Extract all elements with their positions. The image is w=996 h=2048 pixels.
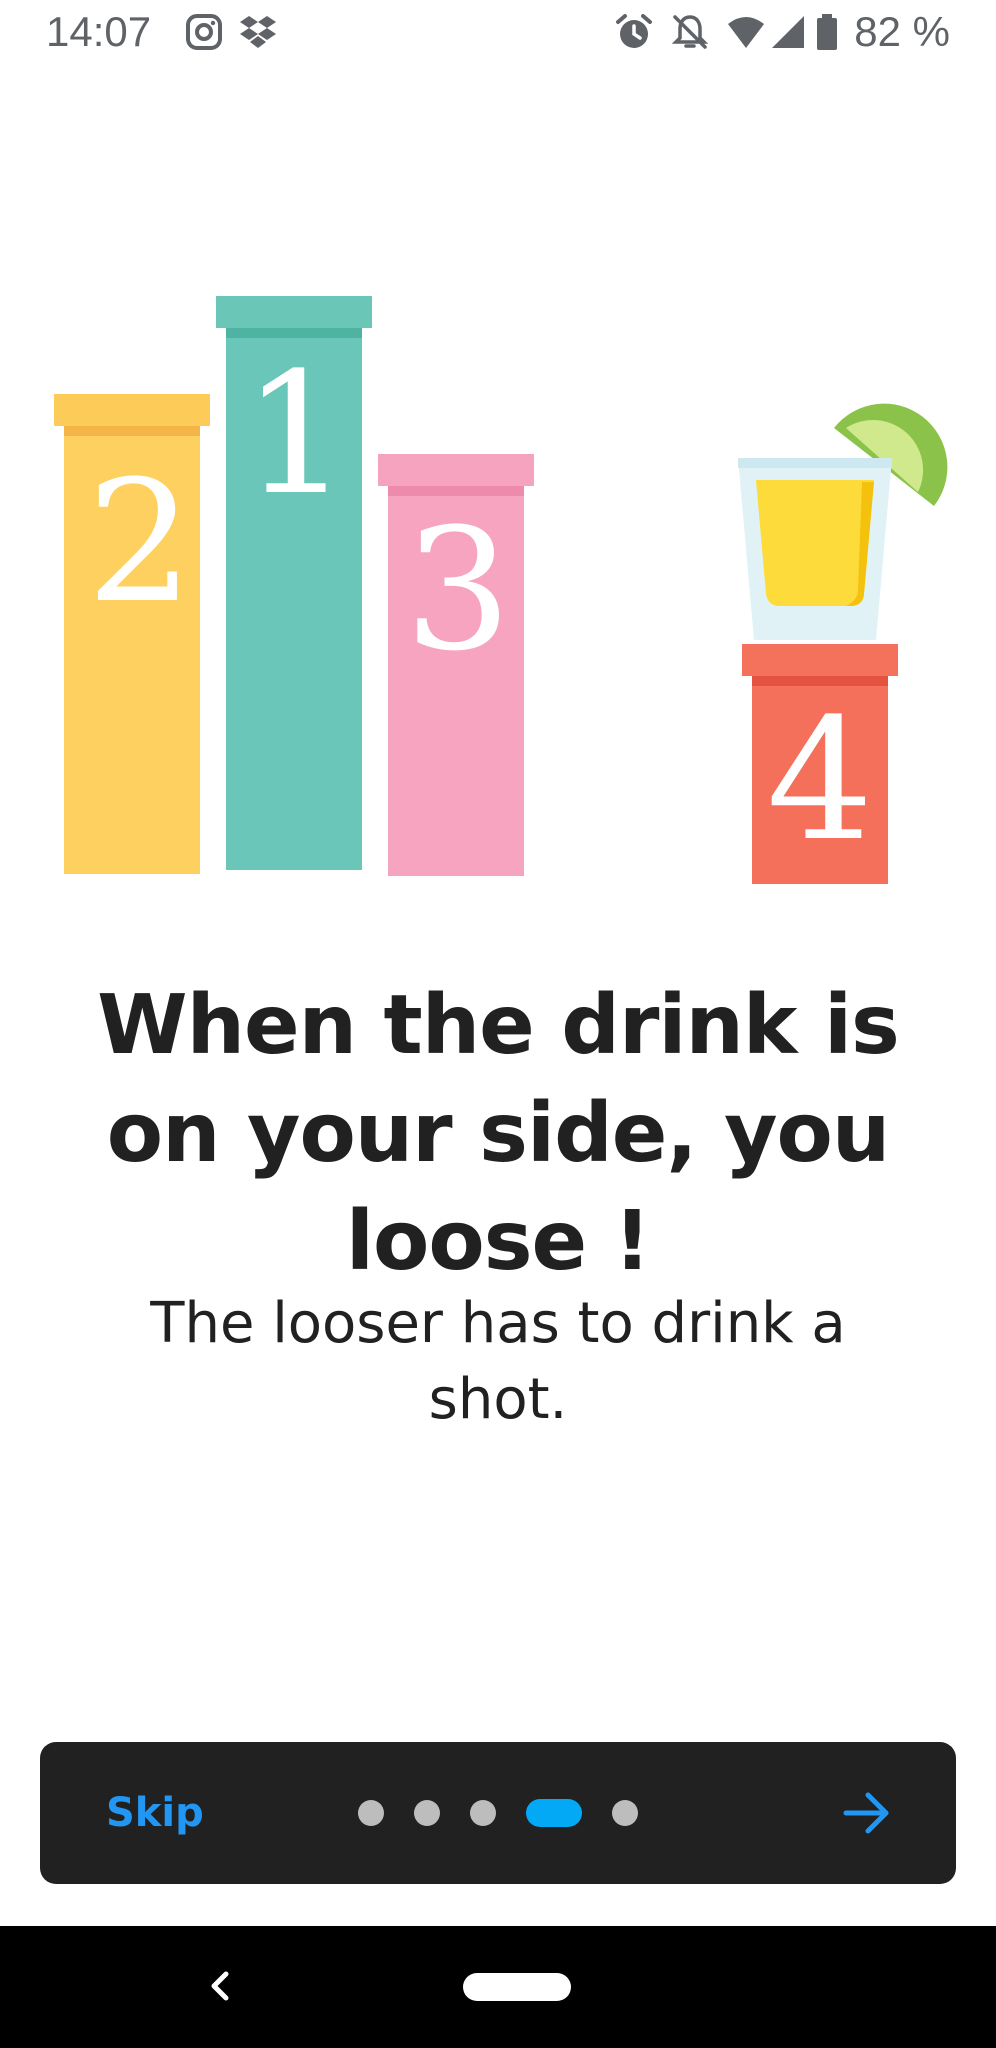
battery-level: 82 % — [854, 8, 950, 55]
onboarding-title: When the drink is on your side, you loos… — [97, 978, 900, 1289]
arrow-right-icon — [843, 1792, 889, 1834]
onboarding-subtitle: The looser has to drink a shot. — [150, 1291, 846, 1432]
page-dot-5[interactable] — [612, 1800, 638, 1826]
wifi-icon — [728, 17, 764, 48]
page-dot-3[interactable] — [470, 1800, 496, 1826]
back-icon[interactable] — [204, 1962, 236, 2010]
podium-fourth: 4 — [742, 644, 898, 884]
podium-illustration: 2 1 3 4 — [54, 296, 948, 884]
system-navigation-bar — [0, 1926, 996, 2048]
rank-1-label: 1 — [243, 336, 350, 532]
shot-glass-icon — [738, 458, 892, 640]
podium-second: 2 — [54, 394, 210, 874]
podium-third: 3 — [378, 454, 534, 876]
instagram-icon — [186, 14, 222, 50]
notifications-off-icon — [671, 15, 709, 49]
status-bar: 14:07 82 % — [0, 0, 996, 68]
podium-first: 1 — [216, 296, 372, 870]
home-pill-icon[interactable] — [463, 1973, 571, 2001]
next-button[interactable] — [838, 1784, 896, 1842]
skip-button[interactable]: Skip — [96, 1780, 214, 1846]
page-dot-1[interactable] — [358, 1800, 384, 1826]
page-dot-4-active[interactable] — [526, 1799, 582, 1827]
battery-icon — [817, 14, 837, 50]
rank-3-label: 3 — [405, 492, 512, 688]
dropbox-icon — [240, 16, 276, 48]
rank-2-label: 2 — [87, 444, 194, 640]
intro-navigation-bar: Skip — [40, 1742, 956, 1884]
alarm-icon — [616, 14, 652, 48]
rank-4-label: 4 — [767, 682, 874, 878]
signal-icon — [772, 16, 804, 48]
status-time: 14:07 — [46, 8, 152, 55]
page-indicator — [358, 1797, 668, 1829]
page-dot-2[interactable] — [414, 1800, 440, 1826]
